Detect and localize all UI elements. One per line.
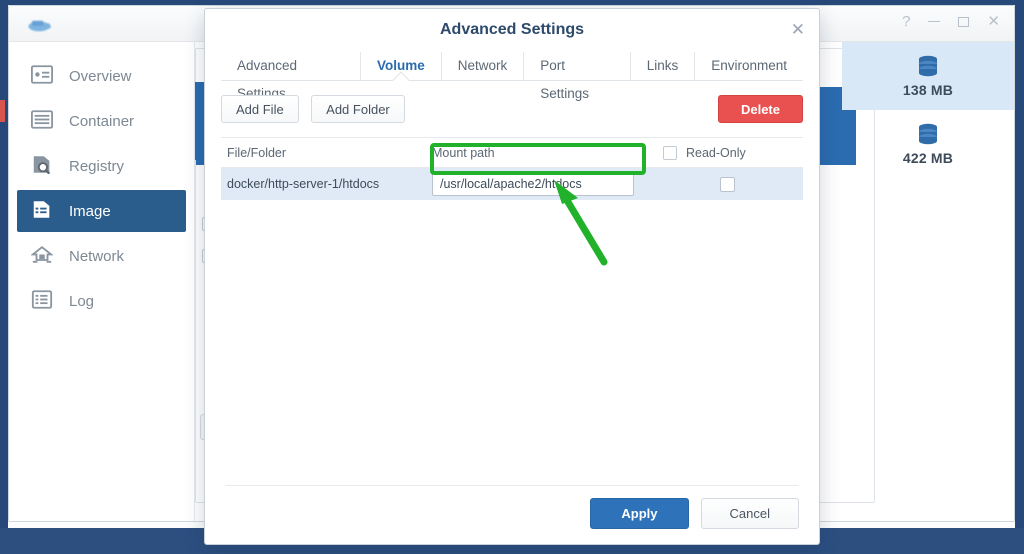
docker-whale-icon [28, 20, 51, 32]
cancel-button[interactable]: Cancel [700, 498, 799, 529]
overview-icon [31, 65, 55, 87]
column-header-file-folder: File/Folder [227, 145, 287, 160]
apply-button[interactable]: Apply [590, 498, 689, 529]
tab-advanced-settings[interactable]: Advanced Settings [221, 52, 361, 101]
sidebar-item-label: Network [69, 247, 125, 265]
badge-row[interactable]: 422 MB [842, 110, 1014, 178]
maximize-button[interactable] [958, 16, 970, 27]
tab-links[interactable]: Links [631, 52, 696, 80]
table-header-row: File/Folder Mount path Read-Only [221, 138, 803, 168]
screen: ? ✕ Overview Container Registry Image Ne… [0, 0, 1024, 554]
sidebar-item-label: Log [69, 292, 95, 310]
network-icon [31, 245, 55, 267]
registry-icon [31, 155, 55, 177]
badge-row[interactable]: 138 MB [842, 42, 1014, 110]
sidebar-item-network[interactable]: Network [17, 235, 186, 277]
image-icon [31, 200, 55, 222]
badge-size-label: 422 MB [902, 149, 954, 166]
add-folder-button[interactable]: Add Folder [311, 95, 405, 123]
sidebar-item-container[interactable]: Container [17, 100, 186, 142]
tab-port-settings[interactable]: Port Settings [524, 52, 631, 101]
window-controls: ? ✕ [902, 14, 1000, 29]
sidebar: Overview Container Registry Image Networ… [9, 42, 195, 521]
read-only-select-all-checkbox[interactable] [663, 145, 677, 160]
cell-file-folder: docker/http-server-1/htdocs [227, 177, 380, 191]
close-icon[interactable]: ✕ [791, 9, 805, 51]
sidebar-item-registry[interactable]: Registry [17, 145, 186, 187]
column-header-read-only: Read-Only [686, 145, 746, 160]
sidebar-item-log[interactable]: Log [17, 280, 186, 322]
database-icon [919, 123, 937, 144]
column-header-read-only-cell: Read-Only [651, 145, 803, 160]
tab-network[interactable]: Network [442, 52, 525, 80]
tab-volume[interactable]: Volume [361, 52, 442, 80]
add-file-button[interactable]: Add File [221, 95, 299, 123]
sidebar-item-image[interactable]: Image [17, 190, 186, 232]
dialog-footer: Apply Cancel [590, 498, 799, 529]
column-header-mount-path: Mount path [432, 145, 495, 160]
edge-accent [0, 100, 5, 122]
dialog-title: Advanced Settings [439, 21, 585, 38]
sidebar-item-label: Image [69, 202, 111, 220]
image-size-badges: 138 MB 422 MB [842, 42, 1014, 178]
footer-divider [225, 485, 799, 486]
read-only-checkbox[interactable] [719, 176, 735, 192]
close-button[interactable]: ✕ [987, 14, 1000, 29]
mount-path-input[interactable] [432, 172, 634, 196]
volume-table: File/Folder Mount path Read-Only docker/… [221, 137, 803, 200]
minimize-button[interactable] [928, 21, 941, 22]
volume-toolbar: Add File Add Folder Delete [221, 95, 803, 125]
badge-size-label: 138 MB [902, 81, 954, 98]
dialog-tabs: Advanced Settings Volume Network Port Se… [221, 51, 803, 101]
tab-environment[interactable]: Environment [695, 52, 803, 80]
sidebar-item-label: Registry [69, 157, 125, 175]
sidebar-item-label: Container [69, 112, 135, 130]
help-button[interactable]: ? [902, 14, 910, 29]
sidebar-item-label: Overview [69, 67, 132, 85]
desktop-edge-left [0, 0, 8, 554]
table-row[interactable]: docker/http-server-1/htdocs [221, 168, 803, 200]
log-icon [31, 290, 55, 312]
advanced-settings-dialog: Advanced Settings ✕ Advanced Settings Vo… [204, 8, 820, 545]
cell-read-only [651, 176, 803, 192]
sidebar-item-overview[interactable]: Overview [17, 55, 186, 97]
cell-mount-path [426, 172, 651, 196]
database-icon [919, 55, 937, 76]
desktop-edge-right [1015, 0, 1024, 554]
container-icon [31, 110, 55, 132]
delete-button[interactable]: Delete [717, 95, 803, 123]
